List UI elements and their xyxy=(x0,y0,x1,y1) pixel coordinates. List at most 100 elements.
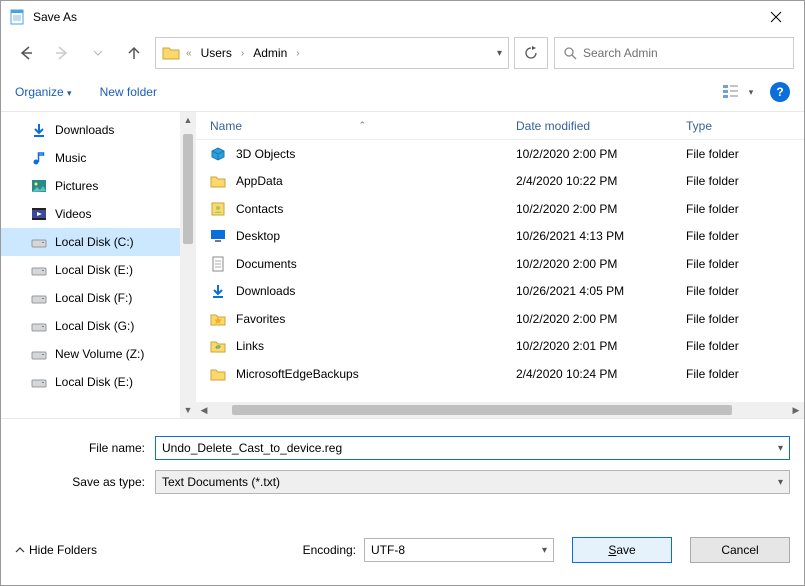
file-date: 10/2/2020 2:00 PM xyxy=(516,257,686,271)
scroll-thumb[interactable] xyxy=(232,405,732,415)
file-type: File folder xyxy=(686,339,804,353)
encoding-select[interactable]: UTF-8 ▾ xyxy=(364,538,554,562)
hide-folders-toggle[interactable]: Hide Folders xyxy=(15,543,97,557)
refresh-button[interactable] xyxy=(514,37,548,69)
tree-item[interactable]: Downloads xyxy=(1,116,196,144)
col-name-header[interactable]: Name ⌃ xyxy=(196,119,516,133)
chevron-down-icon xyxy=(93,48,103,58)
chevron-down-icon[interactable]: ▾ xyxy=(497,48,502,59)
breadcrumb-item[interactable]: Users xyxy=(198,46,235,60)
recent-dropdown[interactable] xyxy=(83,38,113,68)
scroll-thumb[interactable] xyxy=(183,134,193,244)
sort-asc-icon: ⌃ xyxy=(358,120,366,131)
tree-item[interactable]: Pictures xyxy=(1,172,196,200)
tree-item-label: Local Disk (E:) xyxy=(55,263,133,277)
desktop-icon xyxy=(210,228,226,244)
tree-item[interactable]: Local Disk (G:) xyxy=(1,312,196,340)
filename-row: File name: Undo_Delete_Cast_to_device.re… xyxy=(1,433,804,463)
file-date: 10/2/2020 2:00 PM xyxy=(516,147,686,161)
tree-item-label: Local Disk (F:) xyxy=(55,291,132,305)
arrow-right-icon xyxy=(54,45,70,61)
address-bar[interactable]: « Users › Admin › ▾ xyxy=(155,37,509,69)
refresh-icon xyxy=(524,46,538,60)
scroll-down-icon[interactable]: ▼ xyxy=(180,402,196,418)
view-icon xyxy=(723,84,745,100)
documents-icon xyxy=(210,256,226,272)
links-icon xyxy=(210,338,226,354)
tree-item[interactable]: Local Disk (F:) xyxy=(1,284,196,312)
pictures-icon xyxy=(31,178,47,194)
objects3d-icon xyxy=(210,146,226,162)
toolbar: Organize ▾ New folder ▾ ? xyxy=(1,73,804,111)
footer: Hide Folders Encoding: UTF-8 ▾ Save Canc… xyxy=(1,515,804,585)
close-icon xyxy=(770,11,782,23)
file-row[interactable]: Documents10/2/2020 2:00 PMFile folder xyxy=(196,250,804,278)
close-button[interactable] xyxy=(756,1,796,33)
col-type-header[interactable]: Type xyxy=(686,119,804,133)
file-name: 3D Objects xyxy=(236,147,295,161)
notepad-icon xyxy=(9,9,25,25)
encoding-value: UTF-8 xyxy=(371,543,405,557)
search-input[interactable]: Search Admin xyxy=(554,37,794,69)
file-date: 10/2/2020 2:01 PM xyxy=(516,339,686,353)
col-name-label: Name xyxy=(210,119,242,133)
list-hscrollbar[interactable]: ◀ ▶ xyxy=(196,402,804,418)
saveastype-row: Save as type: Text Documents (*.txt) ▾ xyxy=(1,467,804,497)
file-date: 2/4/2020 10:24 PM xyxy=(516,367,686,381)
chevron-down-icon[interactable]: ▾ xyxy=(778,443,783,454)
cancel-button[interactable]: Cancel xyxy=(690,537,790,563)
tree-item[interactable]: Local Disk (E:) xyxy=(1,256,196,284)
tree-item[interactable]: New Volume (Z:) xyxy=(1,340,196,368)
saveastype-select[interactable]: Text Documents (*.txt) ▾ xyxy=(155,470,790,494)
file-name: Desktop xyxy=(236,229,280,243)
file-row[interactable]: Contacts10/2/2020 2:00 PMFile folder xyxy=(196,195,804,223)
file-name: MicrosoftEdgeBackups xyxy=(236,367,359,381)
file-row[interactable]: Links10/2/2020 2:01 PMFile folder xyxy=(196,333,804,361)
chevron-down-icon[interactable]: ▾ xyxy=(778,477,783,488)
filename-input[interactable]: Undo_Delete_Cast_to_device.reg ▾ xyxy=(155,436,790,460)
file-row[interactable]: AppData2/4/2020 10:22 PMFile folder xyxy=(196,168,804,196)
file-row[interactable]: Desktop10/26/2021 4:13 PMFile folder xyxy=(196,223,804,251)
scroll-up-icon[interactable]: ▲ xyxy=(180,112,196,128)
download-icon xyxy=(31,122,47,138)
tree-item[interactable]: Local Disk (C:) xyxy=(1,228,196,256)
up-button[interactable] xyxy=(119,38,149,68)
chevron-down-icon[interactable]: ▾ xyxy=(542,545,547,556)
help-button[interactable]: ? xyxy=(770,82,790,102)
view-menu[interactable]: ▾ xyxy=(718,80,758,104)
tree-scrollbar[interactable]: ▲ ▼ xyxy=(180,112,196,418)
scroll-right-icon[interactable]: ▶ xyxy=(788,405,804,416)
file-date: 10/2/2020 2:00 PM xyxy=(516,202,686,216)
tree-item[interactable]: Music xyxy=(1,144,196,172)
chevron-down-icon: ▾ xyxy=(749,87,754,98)
tree-item[interactable]: Local Disk (E:) xyxy=(1,368,196,396)
chevron-right-icon: › xyxy=(241,48,244,59)
download-icon xyxy=(210,283,226,299)
file-name: Contacts xyxy=(236,202,283,216)
saveastype-label: Save as type: xyxy=(15,475,155,489)
tree-item-label: Downloads xyxy=(55,123,114,137)
tree-item-label: New Volume (Z:) xyxy=(55,347,144,361)
disk-icon xyxy=(31,318,47,334)
file-type: File folder xyxy=(686,229,804,243)
file-row[interactable]: 3D Objects 10/2/2020 2:00 PMFile folder xyxy=(196,140,804,168)
organize-menu[interactable]: Organize ▾ xyxy=(15,85,72,99)
tree-item-label: Videos xyxy=(55,207,91,221)
back-button[interactable] xyxy=(11,38,41,68)
tree-item-label: Pictures xyxy=(55,179,98,193)
new-folder-button[interactable]: New folder xyxy=(100,85,157,99)
window-title: Save As xyxy=(33,10,756,24)
file-row[interactable]: Downloads10/26/2021 4:05 PMFile folder xyxy=(196,278,804,306)
save-button[interactable]: Save xyxy=(572,537,672,563)
file-type: File folder xyxy=(686,147,804,161)
tree-item[interactable]: Videos xyxy=(1,200,196,228)
file-row[interactable]: MicrosoftEdgeBackups2/4/2020 10:24 PMFil… xyxy=(196,360,804,388)
music-icon xyxy=(31,150,47,166)
disk-icon xyxy=(31,262,47,278)
file-row[interactable]: Favorites10/2/2020 2:00 PMFile folder xyxy=(196,305,804,333)
col-date-header[interactable]: Date modified xyxy=(516,119,686,133)
title-bar: Save As xyxy=(1,1,804,33)
scroll-left-icon[interactable]: ◀ xyxy=(196,405,212,416)
breadcrumb-item[interactable]: Admin xyxy=(250,46,290,60)
forward-button[interactable] xyxy=(47,38,77,68)
